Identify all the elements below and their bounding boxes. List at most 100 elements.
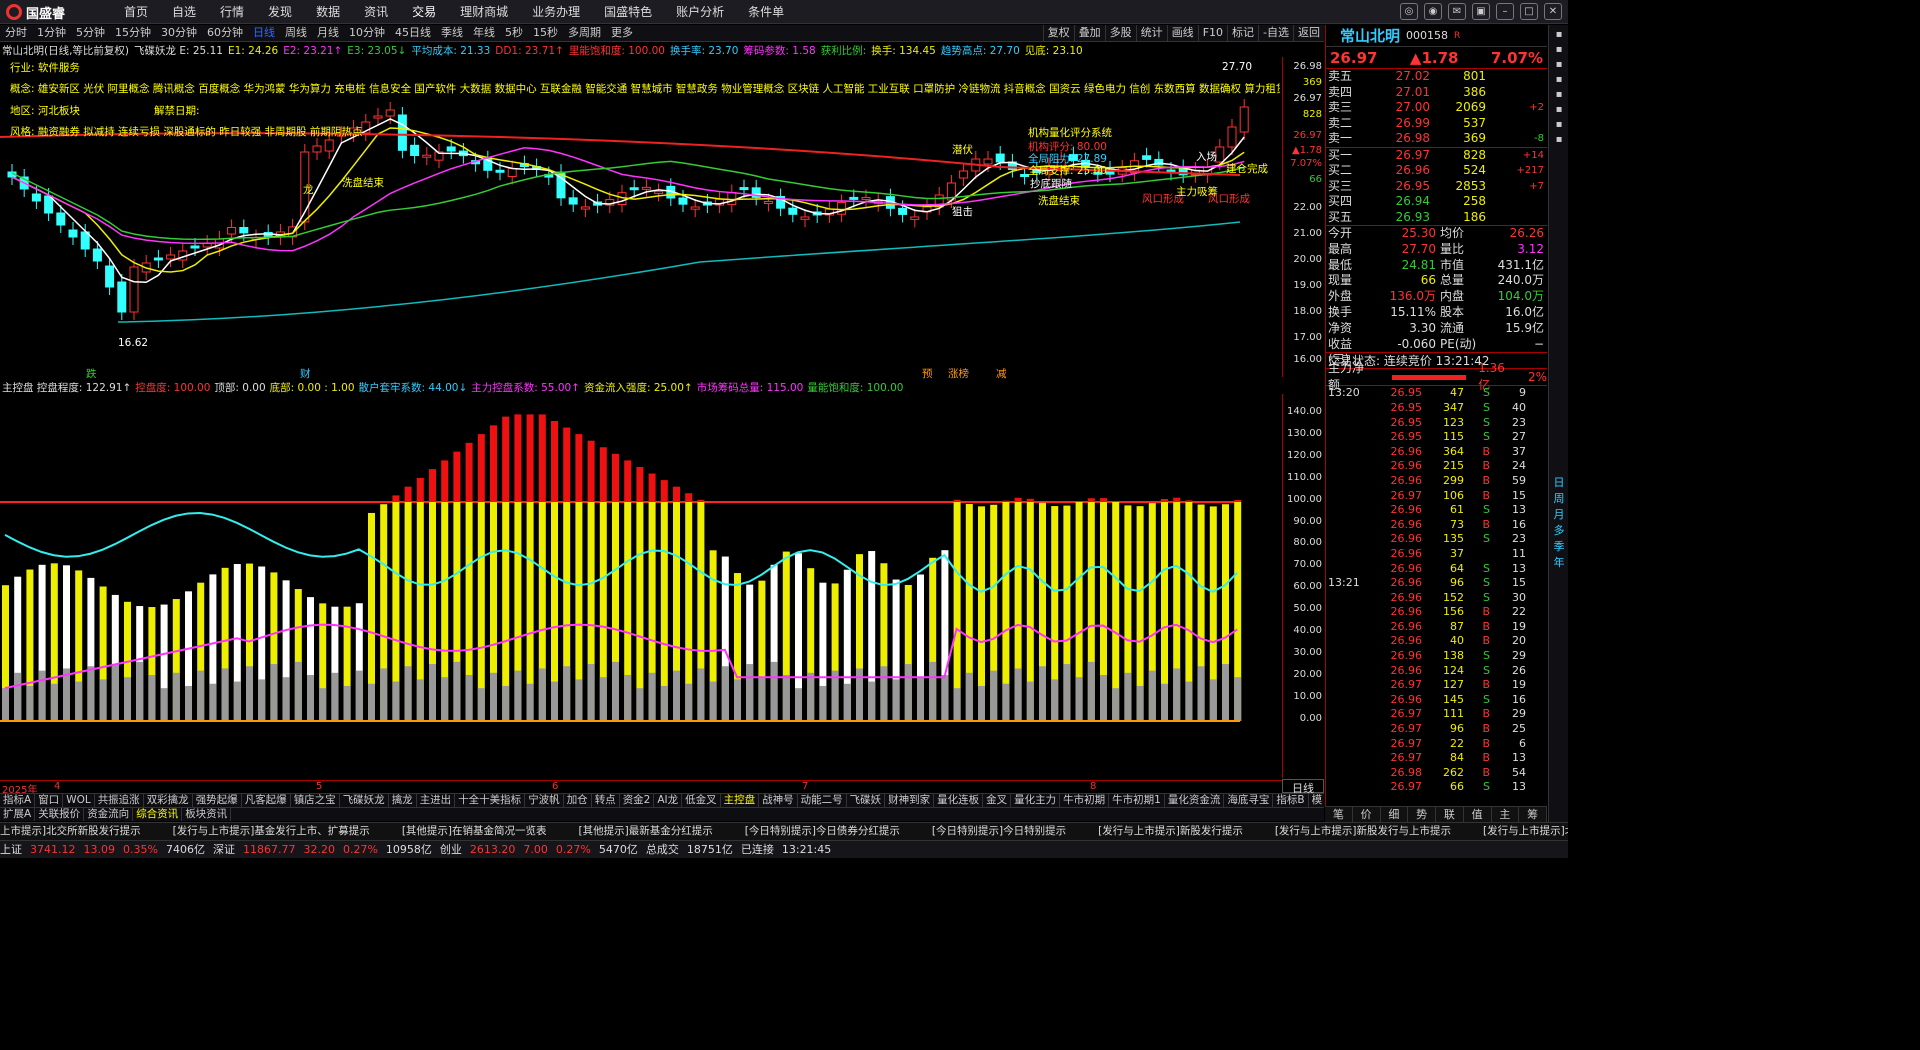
tool-button-5[interactable]: F10 bbox=[1197, 25, 1227, 41]
sidebar-period-3[interactable]: 多 bbox=[1549, 523, 1569, 539]
indicator-tab-6[interactable]: 凡客起爆 bbox=[242, 794, 291, 807]
indicator-tab-17[interactable]: 低金叉 bbox=[682, 794, 721, 807]
indicator-tab-3[interactable]: 共振追涨 bbox=[95, 794, 144, 807]
menu-item-5[interactable]: 资讯 bbox=[352, 0, 400, 24]
period-tab-4[interactable]: 30分钟 bbox=[156, 25, 202, 41]
sidebar-tool-1-icon[interactable]: ▪ bbox=[1549, 44, 1569, 55]
indicator-tab-27[interactable]: 牛市初期1 bbox=[1109, 794, 1165, 807]
extension-tab-0[interactable]: 扩展A bbox=[0, 808, 36, 821]
panel-tab-4[interactable]: 联 bbox=[1436, 807, 1464, 822]
news-item-1[interactable]: [发行与上市提示]基金发行上市、扩募提示 bbox=[173, 825, 370, 837]
news-item-7[interactable]: [发行与上市提示]新股发行与上市提示 bbox=[1275, 825, 1451, 837]
minimize-icon[interactable]: – bbox=[1496, 3, 1514, 20]
period-tab-1[interactable]: 1分钟 bbox=[32, 25, 71, 41]
period-tab-5[interactable]: 60分钟 bbox=[202, 25, 248, 41]
indicator-tab-19[interactable]: 战神号 bbox=[759, 794, 798, 807]
menu-item-0[interactable]: 首页 bbox=[112, 0, 160, 24]
panel-tab-7[interactable]: 筹 bbox=[1519, 807, 1547, 822]
period-tab-3[interactable]: 15分钟 bbox=[110, 25, 156, 41]
user-icon[interactable]: ◉ bbox=[1424, 3, 1442, 20]
period-tab-8[interactable]: 月线 bbox=[312, 25, 344, 41]
sidebar-period-5[interactable]: 年 bbox=[1549, 555, 1569, 571]
panel-tab-0[interactable]: 笔 bbox=[1325, 807, 1353, 822]
menu-item-7[interactable]: 理财商城 bbox=[448, 0, 520, 24]
panel-tab-6[interactable]: 主 bbox=[1492, 807, 1520, 822]
menu-item-10[interactable]: 账户分析 bbox=[664, 0, 736, 24]
menu-item-8[interactable]: 业务办理 bbox=[520, 0, 592, 24]
panel-tab-3[interactable]: 势 bbox=[1408, 807, 1436, 822]
extension-tab-3[interactable]: 综合资讯 bbox=[133, 808, 183, 821]
panel-tab-5[interactable]: 值 bbox=[1464, 807, 1492, 822]
sidebar-tool-0-icon[interactable]: ▪ bbox=[1549, 29, 1569, 40]
indicator-tab-10[interactable]: 主进出 bbox=[417, 794, 456, 807]
news-item-5[interactable]: [今日特别提示]今日特别提示 bbox=[932, 825, 1066, 837]
kline-chart[interactable]: 行业: 软件服务 概念: 雄安新区 光伏 阿里概念 腾讯概念 百度概念 华为鸿蒙… bbox=[0, 57, 1282, 380]
sidebar-period-1[interactable]: 周 bbox=[1549, 491, 1569, 507]
period-indicator[interactable]: 日线 bbox=[1282, 779, 1324, 795]
period-tab-10[interactable]: 45日线 bbox=[390, 25, 436, 41]
indicator-tab-11[interactable]: 十全十美指标 bbox=[455, 794, 526, 807]
extension-tab-1[interactable]: 关联报价 bbox=[35, 808, 85, 821]
period-tab-7[interactable]: 周线 bbox=[280, 25, 312, 41]
extension-tab-2[interactable]: 资金流向 bbox=[84, 808, 134, 821]
indicator-tab-14[interactable]: 转点 bbox=[592, 794, 620, 807]
sidebar-tool-5-icon[interactable]: ▪ bbox=[1549, 104, 1569, 115]
period-tab-11[interactable]: 季线 bbox=[436, 25, 468, 41]
period-tab-12[interactable]: 年线 bbox=[468, 25, 500, 41]
tool-button-1[interactable]: 叠加 bbox=[1073, 25, 1105, 41]
panel-tab-1[interactable]: 价 bbox=[1353, 807, 1381, 822]
indicator-tab-31[interactable]: 模 bbox=[1309, 794, 1327, 807]
tool-button-3[interactable]: 统计 bbox=[1135, 25, 1167, 41]
news-item-0[interactable]: 上市提示]北交所新股发行提示 bbox=[0, 825, 141, 837]
indicator-tab-29[interactable]: 海底寻宝 bbox=[1224, 794, 1274, 807]
tool-button-4[interactable]: 画线 bbox=[1166, 25, 1198, 41]
indicator-tab-15[interactable]: 资金2 bbox=[620, 794, 655, 807]
sidebar-period-2[interactable]: 月 bbox=[1549, 507, 1569, 523]
tool-button-7[interactable]: -自选 bbox=[1258, 25, 1293, 41]
period-tab-0[interactable]: 分时 bbox=[0, 25, 32, 41]
indicator-tab-23[interactable]: 量化连板 bbox=[934, 794, 984, 807]
settings-icon[interactable]: ▣ bbox=[1472, 3, 1490, 20]
indicator-tab-18[interactable]: 主控盘 bbox=[721, 794, 760, 807]
indicator-tab-8[interactable]: 飞碟妖龙 bbox=[340, 794, 389, 807]
skin-icon[interactable]: ✉ bbox=[1448, 3, 1466, 20]
menu-item-3[interactable]: 发现 bbox=[256, 0, 304, 24]
sidebar-period-0[interactable]: 日 bbox=[1549, 475, 1569, 491]
indicator-tab-0[interactable]: 指标A bbox=[0, 794, 36, 807]
indicator-chart[interactable] bbox=[0, 394, 1282, 778]
sidebar-period-4[interactable]: 季 bbox=[1549, 539, 1569, 555]
indicator-tab-22[interactable]: 财神到家 bbox=[885, 794, 935, 807]
period-tab-9[interactable]: 10分钟 bbox=[344, 25, 390, 41]
indicator-tab-25[interactable]: 量化主力 bbox=[1011, 794, 1061, 807]
menu-item-2[interactable]: 行情 bbox=[208, 0, 256, 24]
message-icon[interactable]: ◎ bbox=[1400, 3, 1418, 20]
indicator-tab-7[interactable]: 镇店之宝 bbox=[291, 794, 340, 807]
panel-tab-2[interactable]: 细 bbox=[1381, 807, 1409, 822]
extension-tab-4[interactable]: 板块资讯 bbox=[182, 808, 232, 821]
period-tab-16[interactable]: 更多 bbox=[606, 25, 638, 41]
indicator-tab-16[interactable]: AI龙 bbox=[654, 794, 683, 807]
indicator-tab-13[interactable]: 加仓 bbox=[564, 794, 592, 807]
menu-item-11[interactable]: 条件单 bbox=[736, 0, 796, 24]
news-item-4[interactable]: [今日特别提示]今日债券分红提示 bbox=[745, 825, 900, 837]
news-item-2[interactable]: [其他提示]在销基金简况一览表 bbox=[402, 825, 547, 837]
indicator-tab-2[interactable]: WOL bbox=[63, 794, 95, 807]
sidebar-tool-6-icon[interactable]: ▪ bbox=[1549, 119, 1569, 130]
maximize-icon[interactable]: □ bbox=[1520, 3, 1538, 20]
tool-button-0[interactable]: 复权 bbox=[1042, 25, 1074, 41]
tool-button-2[interactable]: 多股 bbox=[1104, 25, 1136, 41]
sidebar-tool-2-icon[interactable]: ▪ bbox=[1549, 59, 1569, 70]
news-item-8[interactable]: [发行与上市提示]北交所新股 bbox=[1483, 825, 1568, 837]
news-ticker[interactable]: 上市提示]北交所新股发行提示 [发行与上市提示]基金发行上市、扩募提示 [其他提示]… bbox=[0, 822, 1568, 840]
menu-item-1[interactable]: 自选 bbox=[160, 0, 208, 24]
indicator-tab-30[interactable]: 指标B bbox=[1273, 794, 1309, 807]
sidebar-tool-4-icon[interactable]: ▪ bbox=[1549, 89, 1569, 100]
indicator-tab-24[interactable]: 金叉 bbox=[983, 794, 1012, 807]
sidebar-tool-3-icon[interactable]: ▪ bbox=[1549, 74, 1569, 85]
menu-item-4[interactable]: 数据 bbox=[304, 0, 352, 24]
indicator-tab-20[interactable]: 动能二号 bbox=[798, 794, 847, 807]
indicator-tab-9[interactable]: 擒龙 bbox=[389, 794, 417, 807]
news-item-6[interactable]: [发行与上市提示]新股发行提示 bbox=[1098, 825, 1243, 837]
tool-button-8[interactable]: 返回 bbox=[1293, 25, 1324, 41]
indicator-tab-12[interactable]: 宁波帆 bbox=[525, 794, 564, 807]
